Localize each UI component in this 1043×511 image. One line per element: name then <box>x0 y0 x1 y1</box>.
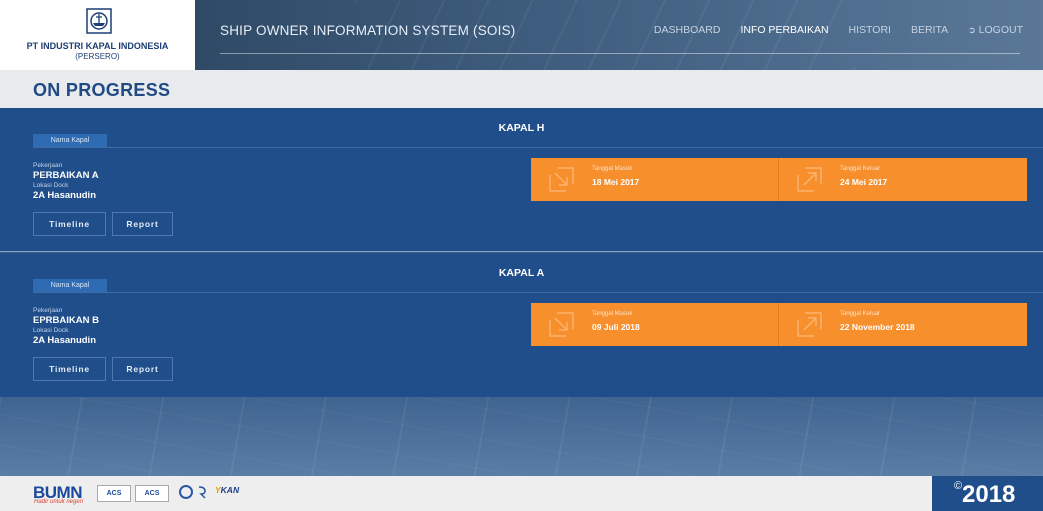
background-image <box>0 397 1043 476</box>
acs-cert-logo: ACS <box>97 485 131 502</box>
navbar: SHIP OWNER INFORMATION SYSTEM (SOIS) DAS… <box>195 0 1043 70</box>
page-title-bar: ON PROGRESS <box>0 70 1043 108</box>
date-out-value: 24 Mei 2017 <box>840 177 888 187</box>
nav-histori[interactable]: HISTORI <box>849 24 891 36</box>
arrow-out-icon <box>797 167 822 192</box>
page-title: ON PROGRESS <box>33 80 171 100</box>
report-button[interactable]: Report <box>112 357 173 381</box>
date-out-label: Tanggal Keluar <box>840 166 881 172</box>
nav-divider <box>220 53 1020 54</box>
job-label: Pekerjaan <box>33 162 63 169</box>
job-label: Pekerjaan <box>33 307 63 314</box>
logout-label: LOGOUT <box>978 24 1023 36</box>
timeline-button[interactable]: Timeline <box>33 357 106 381</box>
footer: BUMN Hadir untuk negeri ACS ACS YKAN © 2… <box>0 476 1043 511</box>
company-logo[interactable]: PT INDUSTRI KAPAL INDONESIA (PERSERO) <box>0 0 195 70</box>
ship-name: KAPAL A <box>498 267 545 279</box>
date-out-box: Tanggal Keluar 24 Mei 2017 <box>778 158 1027 201</box>
main-nav: DASHBOARD INFO PERBAIKAN HISTORI BERITA … <box>654 24 1023 36</box>
copyright-icon: © <box>954 480 963 492</box>
kan-logo: YKAN <box>215 485 239 495</box>
timeline-button[interactable]: Timeline <box>33 212 106 236</box>
project-card: KAPAL H Nama Kapal Pekerjaan PERBAIKAN A… <box>0 108 1043 252</box>
date-out-value: 22 November 2018 <box>840 322 915 332</box>
nav-logout[interactable]: ➲ LOGOUT <box>968 24 1023 36</box>
arrow-out-icon <box>797 312 822 337</box>
dock-value: 2A Hasanudin <box>33 335 96 346</box>
cert-seal-icon <box>179 485 193 499</box>
nav-info-perbaikan[interactable]: INFO PERBAIKAN <box>740 24 828 36</box>
ship-name: KAPAL H <box>498 122 545 134</box>
date-out-label: Tanggal Keluar <box>840 311 881 317</box>
date-in-label: Tanggal Masuk <box>592 166 633 172</box>
ship-name-label: Nama Kapal <box>33 279 107 293</box>
bumn-tagline: Hadir untuk negeri <box>34 499 84 505</box>
date-in-value: 09 Juli 2018 <box>592 322 640 332</box>
date-in-label: Tanggal Masuk <box>592 311 633 317</box>
company-sub: (PERSERO) <box>75 52 120 61</box>
arrow-in-icon <box>549 167 574 192</box>
arrow-in-icon <box>549 312 574 337</box>
card-divider <box>33 147 1043 148</box>
card-divider <box>33 292 1043 293</box>
cert-mark-icon <box>198 486 206 499</box>
ship-name-label: Nama Kapal <box>33 134 107 148</box>
date-in-box: Tanggal Masuk 18 Mei 2017 <box>531 158 778 201</box>
dock-label: Lokasi Dock <box>33 327 69 334</box>
dock-value: 2A Hasanudin <box>33 190 96 201</box>
date-out-box: Tanggal Keluar 22 November 2018 <box>778 303 1027 346</box>
date-in-box: Tanggal Masuk 09 Juli 2018 <box>531 303 778 346</box>
acs-cert-logo: ACS <box>135 485 169 502</box>
nav-dashboard[interactable]: DASHBOARD <box>654 24 721 36</box>
job-value: EPRBAIKAN B <box>33 315 99 326</box>
ship-company-emblem-icon <box>86 8 112 34</box>
report-button[interactable]: Report <box>112 212 173 236</box>
logout-icon: ➲ <box>968 25 976 35</box>
dock-label: Lokasi Dock <box>33 182 69 189</box>
copyright-year: 2018 <box>962 481 1016 508</box>
copyright-year-box: © 2018 <box>932 476 1043 511</box>
system-title: SHIP OWNER INFORMATION SYSTEM (SOIS) <box>220 23 516 38</box>
project-card: KAPAL A Nama Kapal Pekerjaan EPRBAIKAN B… <box>0 253 1043 397</box>
job-value: PERBAIKAN A <box>33 170 99 181</box>
header: PT INDUSTRI KAPAL INDONESIA (PERSERO) SH… <box>0 0 1043 70</box>
date-in-value: 18 Mei 2017 <box>592 177 640 187</box>
kan-logo-text: KAN <box>220 485 240 495</box>
nav-berita[interactable]: BERITA <box>911 24 948 36</box>
company-name: PT INDUSTRI KAPAL INDONESIA <box>26 41 169 51</box>
